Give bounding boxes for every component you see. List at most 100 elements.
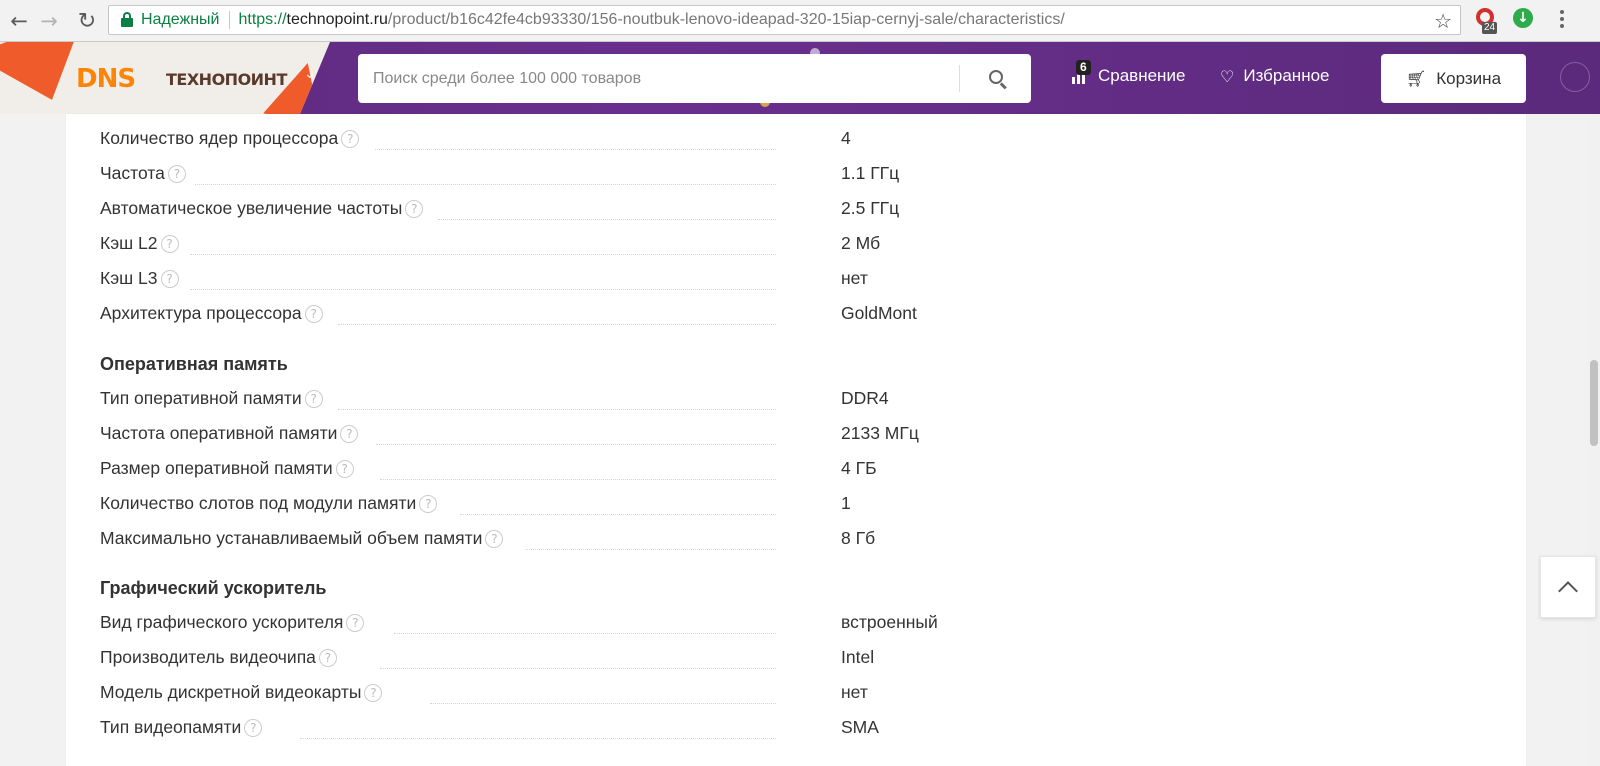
search-button[interactable] — [968, 54, 1028, 103]
spec-row: Размер оперативной памяти? 4 ГБ — [100, 458, 1500, 486]
back-icon[interactable]: ← — [6, 8, 32, 34]
dotted-leader — [190, 254, 776, 255]
dotted-leader — [438, 219, 776, 220]
cart-button[interactable]: 🛒︎ Корзина — [1381, 54, 1526, 103]
favorites-link[interactable]: ♡ Избранное — [1220, 66, 1330, 86]
cart-icon: 🛒︎ — [1405, 69, 1427, 88]
spec-label: Тип видеопамяти — [100, 717, 242, 737]
cart-label: Корзина — [1436, 68, 1502, 88]
spec-value: нет — [841, 682, 868, 702]
site-logo[interactable]: DNS ТЕХНОПОИНТ — [0, 42, 330, 114]
spec-label: Архитектура процессора — [100, 303, 302, 323]
help-icon[interactable]: ? — [340, 424, 359, 443]
compare-label: Сравнение — [1098, 66, 1186, 85]
help-icon[interactable]: ? — [160, 269, 179, 288]
help-icon[interactable]: ? — [419, 494, 438, 513]
dotted-leader — [300, 738, 776, 739]
section-title-ram: Оперативная память — [100, 354, 288, 374]
forward-icon[interactable]: → — [36, 8, 62, 34]
spec-value: 1 — [841, 493, 851, 513]
help-icon[interactable]: ? — [346, 613, 365, 632]
spec-row: Архитектура процессора? GoldMont — [100, 303, 1500, 331]
spec-name: Максимально устанавливаемый объем памяти… — [100, 528, 504, 549]
help-icon[interactable]: ? — [405, 199, 424, 218]
spec-value: SMA — [841, 717, 879, 737]
spec-value: 4 ГБ — [841, 458, 877, 478]
help-icon[interactable]: ? — [167, 164, 186, 183]
help-icon[interactable]: ? — [304, 389, 323, 408]
help-icon[interactable]: ? — [318, 648, 337, 667]
spec-label: Количество слотов под модули памяти — [100, 493, 417, 513]
extension-badge: 24 — [1482, 22, 1498, 34]
spec-value: 8 Гб — [841, 528, 876, 548]
browser-menu-icon[interactable] — [1560, 10, 1564, 30]
opera-extension-icon[interactable]: 24 — [1474, 8, 1498, 34]
spec-label: Производитель видеочипа — [100, 647, 316, 667]
help-icon[interactable]: ? — [160, 234, 179, 253]
spec-label: Модель дискретной видеокарты — [100, 682, 362, 702]
url-path: /product/b16c42fe4cb93330/156-noutbuk-le… — [387, 11, 1065, 28]
spec-row: Производитель видеочипа? Intel — [100, 647, 1500, 675]
dotted-leader — [394, 633, 776, 634]
compare-count-badge: 6 — [1076, 60, 1091, 75]
bookmark-star-icon[interactable]: ☆ — [1434, 9, 1452, 33]
spec-row: Количество слотов под модули памяти? 1 — [100, 493, 1500, 521]
spec-row: Кэш L2? 2 Мб — [100, 233, 1500, 261]
reload-icon[interactable]: ↻ — [74, 8, 100, 34]
spec-value: 2 Мб — [841, 233, 881, 253]
spec-row: Тип видеопамяти? SMA — [100, 717, 1500, 745]
spec-name: Модель дискретной видеокарты? — [100, 682, 383, 703]
chevron-up-icon — [1558, 581, 1578, 601]
spec-label: Автоматическое увеличение частоты — [100, 198, 403, 218]
download-extension-icon[interactable]: ↓ — [1513, 8, 1533, 28]
help-icon[interactable]: ? — [485, 529, 504, 548]
back-to-top-button[interactable] — [1540, 556, 1596, 618]
spec-name: Частота? — [100, 163, 186, 184]
dotted-leader — [338, 409, 776, 410]
dotted-leader — [375, 149, 776, 150]
spec-name: Тип оперативной памяти? — [100, 388, 323, 409]
favorites-label: Избранное — [1243, 66, 1330, 85]
specs-panel: Количество ядер процессора? 4 Частота? 1… — [66, 114, 1526, 766]
spec-name: Архитектура процессора? — [100, 303, 323, 324]
search-input[interactable] — [358, 58, 948, 99]
logo-brand-text: ТЕХНОПОИНТ — [166, 70, 287, 89]
search-box — [358, 54, 1031, 103]
heart-icon: ♡ — [1220, 66, 1235, 86]
help-icon[interactable]: ? — [244, 718, 263, 737]
spec-row: Модель дискретной видеокарты? нет — [100, 682, 1500, 710]
scrollbar-thumb[interactable] — [1590, 360, 1598, 446]
spec-label: Вид графического ускорителя — [100, 612, 344, 632]
url-host: technopoint.ru — [286, 11, 388, 28]
spec-row: Количество ядер процессора? 4 — [100, 128, 1500, 156]
spec-label: Кэш L2 — [100, 233, 158, 253]
spec-row: Частота оперативной памяти? 2133 МГц — [100, 423, 1500, 451]
dotted-leader — [525, 549, 776, 550]
dotted-leader — [460, 514, 776, 515]
omnibox-divider — [229, 11, 231, 29]
section-title-gpu: Графический ускоритель — [100, 578, 327, 598]
help-icon[interactable]: ? — [304, 304, 323, 323]
url-scheme: https:// — [238, 11, 287, 28]
spec-label: Максимально устанавливаемый объем памяти — [100, 528, 483, 548]
help-icon[interactable]: ? — [341, 129, 360, 148]
address-bar[interactable]: Надежный https://technopoint.ru/product/… — [108, 5, 1461, 35]
spec-row: Вид графического ускорителя? встроенный — [100, 612, 1500, 640]
spec-value: 2133 МГц — [841, 423, 919, 443]
help-icon[interactable]: ? — [364, 683, 383, 702]
secure-label: Надежный — [141, 11, 220, 28]
spec-name: Производитель видеочипа? — [100, 647, 337, 668]
dotted-leader — [195, 184, 776, 185]
spec-label: Размер оперативной памяти — [100, 458, 333, 478]
dotted-leader — [380, 479, 776, 480]
help-icon[interactable]: ? — [335, 459, 354, 478]
spec-name: Количество слотов под модули памяти? — [100, 493, 438, 514]
spec-name: Количество ядер процессора? — [100, 128, 360, 149]
spec-value: 2.5 ГГц — [841, 198, 900, 218]
search-divider — [959, 65, 960, 92]
spec-label: Кэш L3 — [100, 268, 158, 288]
spec-value: нет — [841, 268, 868, 288]
chevron-down-icon[interactable]: ⌄ — [304, 66, 316, 82]
spec-name: Частота оперативной памяти? — [100, 423, 359, 444]
spec-value: встроенный — [841, 612, 938, 632]
